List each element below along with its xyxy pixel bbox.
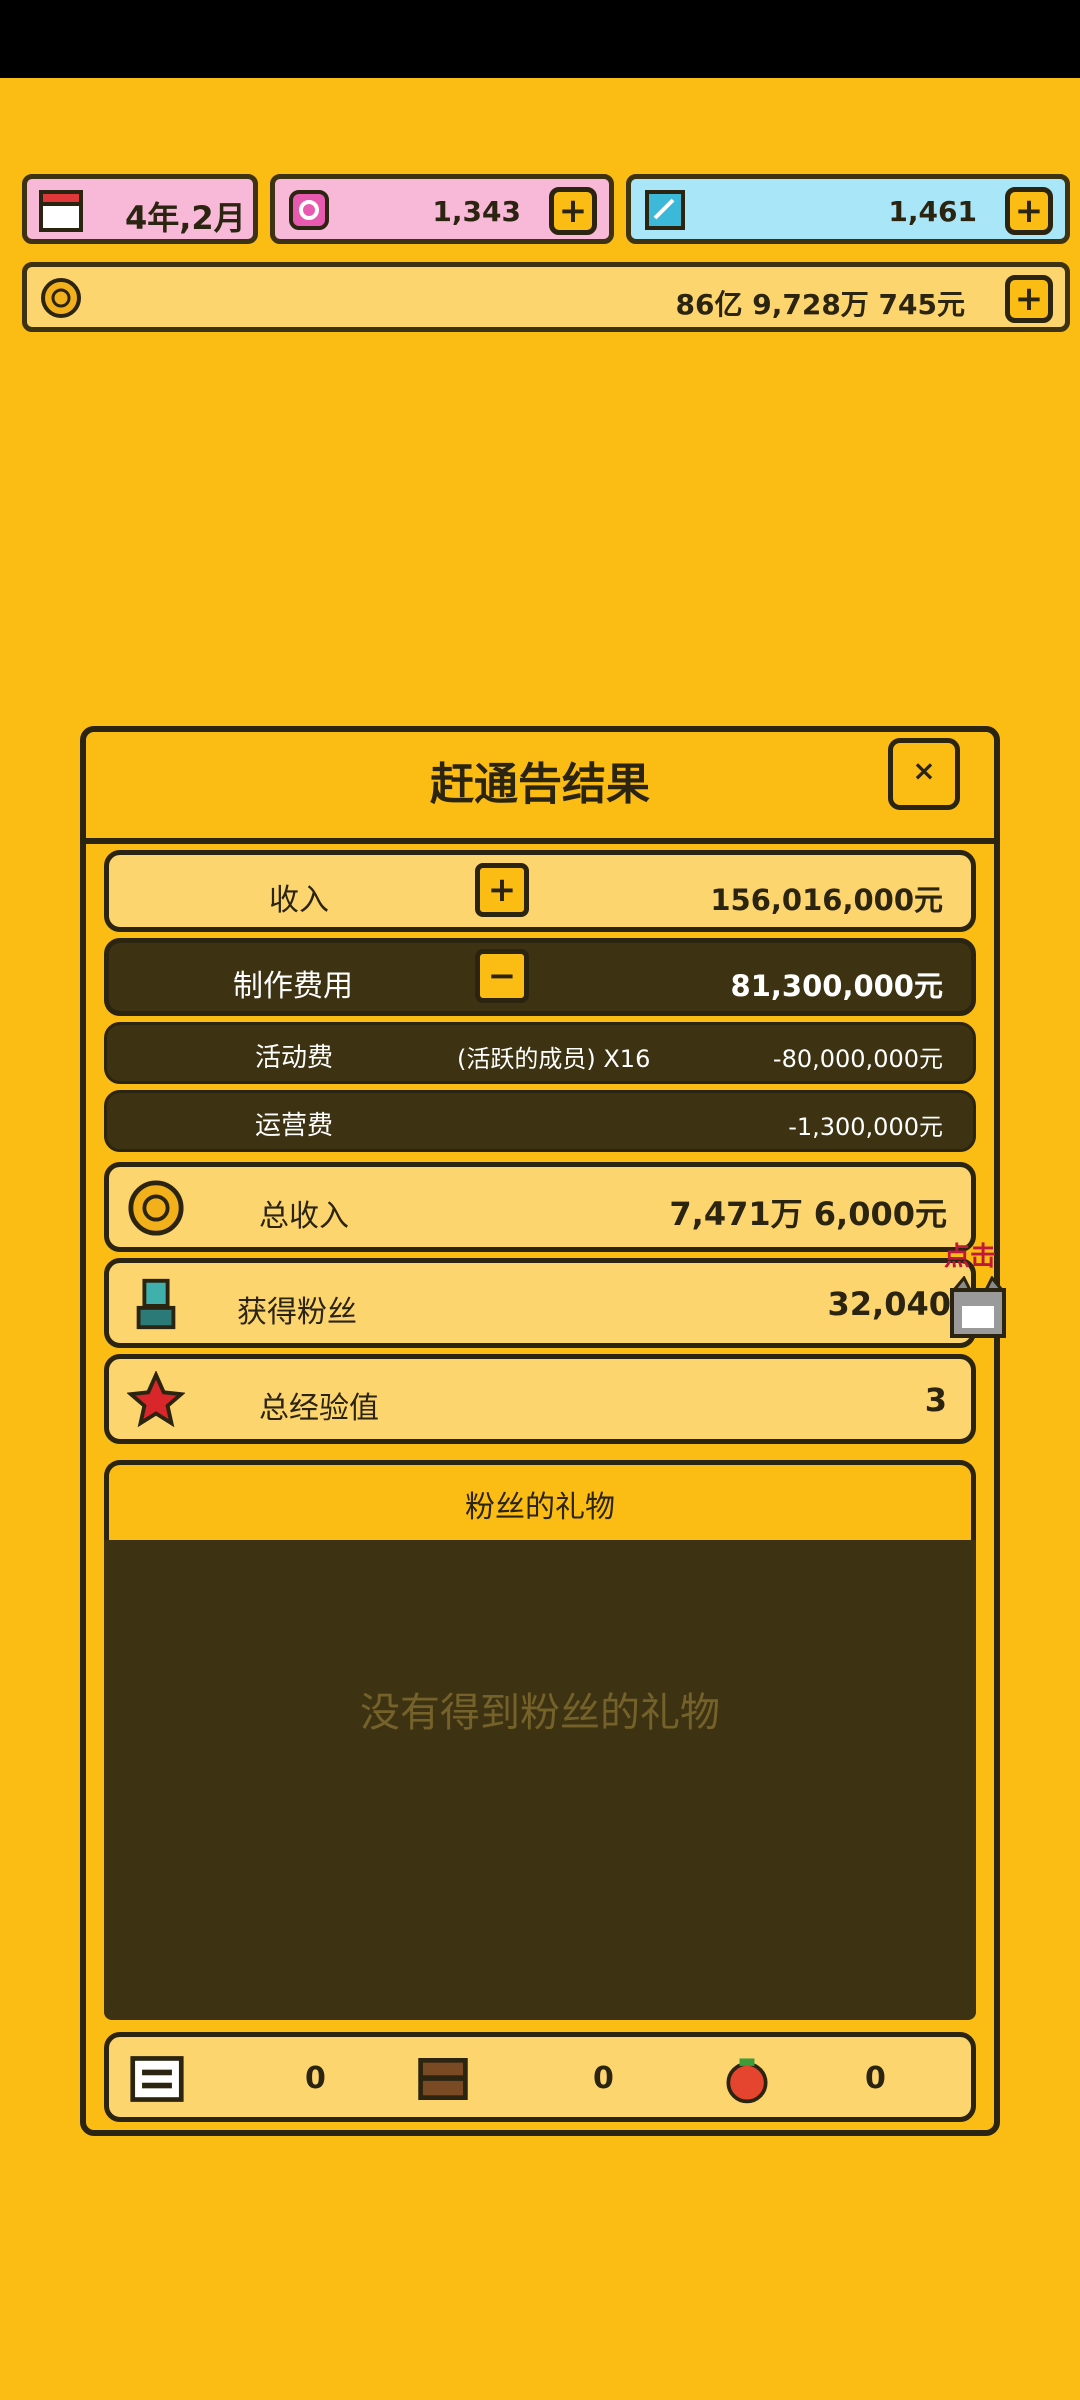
activity-fee-label: 活动费 <box>255 1043 334 1073</box>
operation-fee-row: 运营费 -1,300,000元 <box>104 1090 976 1152</box>
blue-gem-icon <box>645 190 685 230</box>
add-blue-currency-button[interactable]: + <box>1005 187 1053 235</box>
total-exp-row: 总经验值 3 <box>104 1354 976 1444</box>
system-status-bar <box>0 0 1080 78</box>
plus-icon: + <box>558 191 588 231</box>
income-value: 156,016,000元 <box>710 883 943 917</box>
operation-fee-label: 运营费 <box>255 1111 334 1141</box>
blue-currency-display: 1,461 + <box>626 174 1070 244</box>
treasure-chest-icon <box>418 2058 468 2100</box>
calendar-icon <box>39 190 83 232</box>
plus-sign-icon: + <box>475 863 529 917</box>
fan-gifts-list: 没有得到粉丝的礼物 <box>104 1540 976 2020</box>
activity-fee-detail: (活跃的成员) X16 <box>457 1045 651 1073</box>
income-label: 收入 <box>269 883 329 918</box>
tomato-icon <box>726 2058 768 2104</box>
fan-person-icon <box>136 1278 176 1330</box>
money-display: 86亿 9,728万 745元 + <box>22 262 1070 332</box>
chest-count: 0 <box>593 2061 614 2096</box>
close-button[interactable]: × <box>888 738 960 810</box>
plus-icon: + <box>1014 279 1044 319</box>
production-cost-label: 制作费用 <box>233 969 353 1004</box>
blue-currency-value: 1,461 <box>888 195 977 228</box>
total-income-label: 总收入 <box>259 1199 349 1234</box>
total-exp-value: 3 <box>924 1381 947 1419</box>
pink-currency-display: 1,343 + <box>270 174 614 244</box>
activity-fee-value: -80,000,000元 <box>772 1045 943 1073</box>
experience-star-icon <box>127 1371 185 1428</box>
total-income-row: 总收入 7,471万 6,000元 <box>104 1162 976 1252</box>
add-pink-currency-button[interactable]: + <box>549 187 597 235</box>
add-money-button[interactable]: + <box>1005 275 1053 323</box>
operation-fee-value: -1,300,000元 <box>788 1113 943 1141</box>
no-gifts-text: 没有得到粉丝的礼物 <box>360 1690 720 1736</box>
pink-gem-icon <box>289 190 329 230</box>
close-icon: × <box>912 754 936 787</box>
production-cost-row: 制作费用 − 81,300,000元 <box>104 938 976 1016</box>
tomato-count: 0 <box>865 2061 886 2096</box>
date-display: 4年,2月 <box>22 174 258 244</box>
dialog-title: 赶通告结果 <box>430 759 650 810</box>
fans-gained-row: 获得粉丝 32,040 <box>104 1258 976 1348</box>
income-row: 收入 + 156,016,000元 <box>104 850 976 932</box>
fans-gained-label: 获得粉丝 <box>237 1295 357 1330</box>
cat-icon <box>950 1276 1006 1338</box>
fans-gained-value: 32,040 <box>827 1285 951 1323</box>
minus-sign-icon: − <box>475 949 529 1003</box>
money-value: 86亿 9,728万 745元 <box>675 288 965 321</box>
stage-icon <box>130 2056 184 2102</box>
total-income-value: 7,471万 6,000元 <box>669 1195 947 1233</box>
reward-items-bar: 0 0 0 <box>104 2032 976 2122</box>
pink-currency-value: 1,343 <box>432 195 521 228</box>
plus-icon: + <box>1014 191 1044 231</box>
title-divider <box>86 838 994 844</box>
tap-hint-text: 点击 <box>944 1242 997 1272</box>
tap-hint-mascot[interactable]: 点击 <box>944 1236 1014 1346</box>
fan-gifts-header: 粉丝的礼物 <box>104 1460 976 1552</box>
production-cost-value: 81,300,000元 <box>730 969 943 1003</box>
schedule-result-dialog: 赶通告结果 × 收入 + 156,016,000元 制作费用 − 81,300,… <box>80 726 1000 2136</box>
gold-coin-icon <box>128 1180 184 1236</box>
total-exp-label: 总经验值 <box>259 1391 379 1426</box>
date-text: 4年,2月 <box>125 199 246 237</box>
activity-fee-row: 活动费 (活跃的成员) X16 -80,000,000元 <box>104 1022 976 1084</box>
stage-count: 0 <box>305 2061 326 2096</box>
gold-coin-icon <box>41 278 81 318</box>
